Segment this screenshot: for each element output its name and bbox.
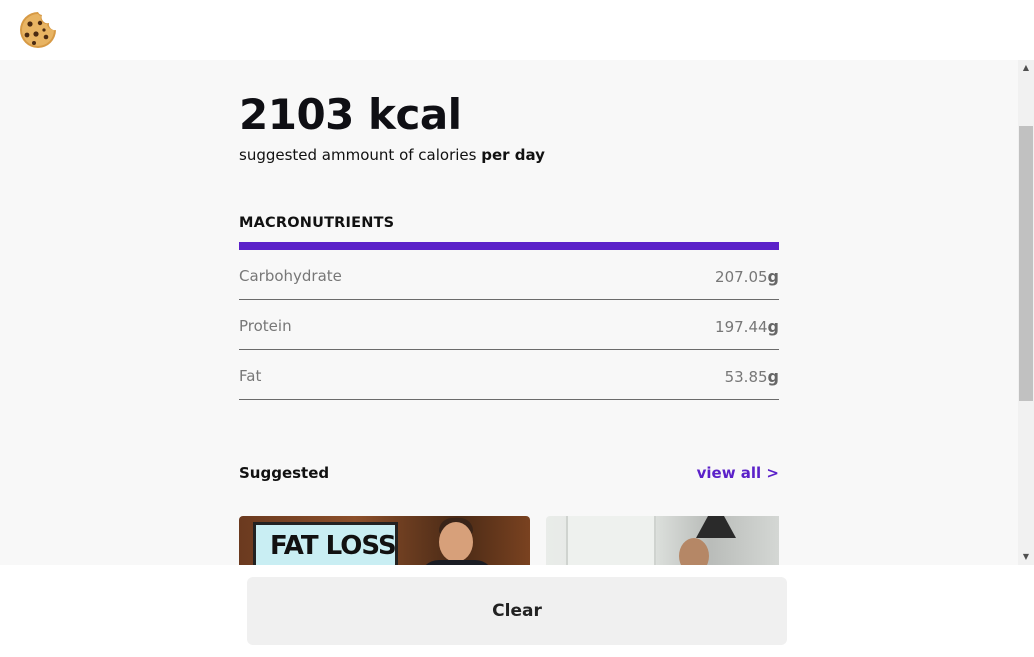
macro-value: 197.44g [715,317,779,336]
macro-row-protein: Protein 197.44g [239,300,779,350]
macronutrients-heading: MACRONUTRIENTS [239,215,395,231]
person-face [679,538,709,565]
cooker-hood [696,516,736,538]
view-all-link[interactable]: view all > [697,464,779,482]
macro-value: 207.05g [715,267,779,286]
kitchen-cabinet [566,516,656,565]
scrollbar-thumb[interactable] [1019,126,1033,401]
video-thumbnail-kitchen[interactable] [546,516,779,565]
macro-amount: 197.44 [715,318,768,336]
subtitle-emphasis: per day [481,146,545,164]
person-face [439,522,473,562]
clear-button[interactable]: Clear [247,577,787,645]
macro-name: Protein [239,317,292,335]
thumbnail-poster: FAT LOSS [253,522,398,565]
macro-row-fat: Fat 53.85g [239,350,779,400]
thumbnail-title: FAT LOSS [270,531,397,561]
macro-name: Carbohydrate [239,267,342,285]
macro-unit: g [767,317,779,336]
main-content: 2103 kcal suggested ammount of calories … [0,60,1018,565]
macro-amount: 53.85 [724,368,768,386]
scroll-down-arrow-icon[interactable]: ▼ [1018,549,1034,565]
macro-unit: g [767,367,779,386]
suggested-heading: Suggested [239,464,330,482]
vertical-scrollbar[interactable]: ▲ ▼ [1018,60,1034,565]
bottom-action-bar: Clear [0,565,1034,657]
scroll-up-arrow-icon[interactable]: ▲ [1018,60,1034,76]
macro-amount: 207.05 [715,268,768,286]
macro-name: Fat [239,367,262,385]
cookie-icon[interactable] [18,10,58,50]
kcal-total: 2103 kcal [239,90,462,139]
kcal-subtitle: suggested ammount of calories per day [239,146,545,164]
subtitle-text: suggested ammount of calories [239,146,482,164]
macro-unit: g [767,267,779,286]
top-bar [0,0,1034,60]
macronutrients-accent-bar [239,242,779,250]
video-thumbnail-fat-loss[interactable]: FAT LOSS [239,516,530,565]
macro-row-carbohydrate: Carbohydrate 207.05g [239,250,779,300]
macro-value: 53.85g [725,367,779,386]
